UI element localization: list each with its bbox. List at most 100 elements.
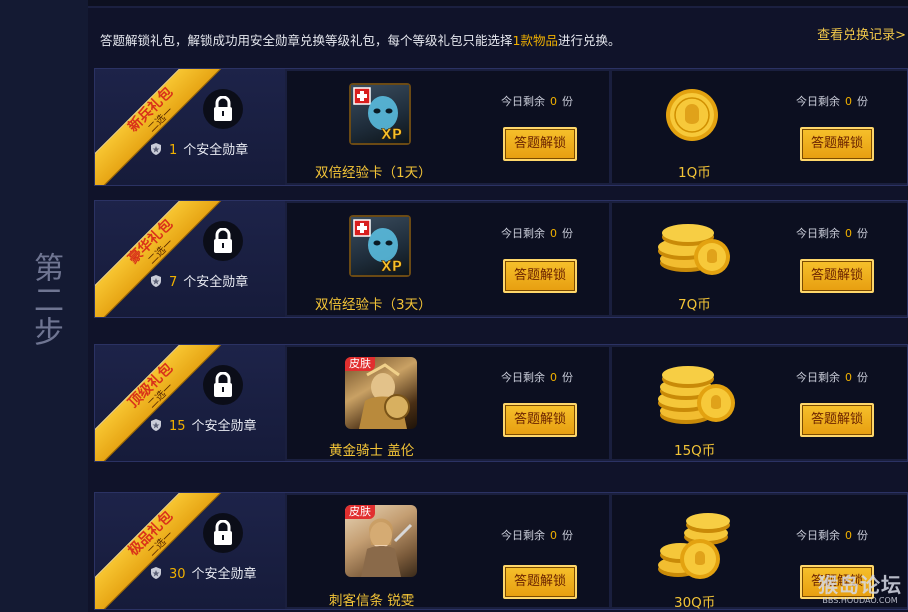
main-panel: 答题解锁礼包，解锁成功用安全勋章兑换等级礼包，每个等级礼包只能选择1款物品进行兑… (88, 6, 908, 612)
reward-option-right: 7Q币 今日剩余 0 份 答题解锁 (612, 203, 907, 315)
medal-requirement: 1 个安全勋章 (149, 139, 248, 158)
instruction-text: 答题解锁礼包，解锁成功用安全勋章兑换等级礼包，每个等级礼包只能选择1款物品进行兑… (100, 30, 620, 49)
remain-number: 0 (550, 371, 557, 384)
remain-number: 0 (845, 529, 852, 542)
remain-suffix: 份 (562, 371, 573, 384)
qcoin-stack-icon (658, 366, 735, 424)
item-name: 30Q币 (674, 595, 716, 611)
gift-pack-ultimate: 极品礼包 二选一 30 个安全勋章 皮肤 刺客信条 锐雯 今日剩余 0 份 答题… (94, 492, 908, 611)
pack-info: 新兵礼包 二选一 1 个安全勋章 (95, 69, 285, 185)
unlock-button[interactable]: 答题解锁 (800, 403, 874, 437)
remain-prefix: 今日剩余 (501, 529, 545, 542)
remain-prefix: 今日剩余 (501, 95, 545, 108)
medal-suffix: 个安全勋章 (191, 419, 257, 434)
gift-pack-deluxe: 豪华礼包 二选一 7 个安全勋章 XP 双倍经验卡（3天） 今日剩余 0 份 答… (94, 200, 908, 318)
unlock-button[interactable]: 答题解锁 (800, 259, 874, 293)
reward-option-right: 15Q币 今日剩余 0 份 答题解锁 (612, 347, 907, 459)
lock-icon (203, 513, 243, 553)
watermark-url: BBS.HOUDAO.COM (822, 596, 898, 605)
remaining-count: 今日剩余 0 份 (796, 369, 868, 385)
item-name: 黄金骑士 盖伦 (329, 443, 415, 459)
remain-prefix: 今日剩余 (501, 227, 545, 240)
remaining-count: 今日剩余 0 份 (501, 225, 573, 241)
remain-prefix: 今日剩余 (796, 529, 840, 542)
instruction-after: 进行兑换。 (557, 33, 621, 48)
remain-suffix: 份 (857, 95, 868, 108)
svg-text:XP: XP (381, 127, 402, 143)
unlock-button[interactable]: 答题解锁 (503, 565, 577, 599)
medal-count: 7 (169, 275, 178, 290)
remain-prefix: 今日剩余 (796, 371, 840, 384)
instruction-highlight: 1款物品 (512, 33, 558, 48)
item-name: 双倍经验卡（3天） (315, 297, 432, 313)
reward-option-left: XP 双倍经验卡（3天） 今日剩余 0 份 答题解锁 (287, 203, 609, 315)
item-name: 7Q币 (678, 297, 711, 313)
shield-medal-icon (151, 567, 161, 579)
remaining-count: 今日剩余 0 份 (796, 93, 868, 109)
pack-info: 极品礼包 二选一 30 个安全勋章 (95, 493, 285, 609)
medal-count: 30 (169, 567, 186, 582)
gift-pack-recruit: 新兵礼包 二选一 1 个安全勋章 XP 双倍经验卡（1天） 今日剩余 0 份 答… (94, 68, 908, 186)
gift-pack-premium: 顶级礼包 二选一 15 个安全勋章 皮肤 黄金骑士 盖伦 今日剩余 0 份 答题… (94, 344, 908, 462)
skin-image: 皮肤 (345, 357, 419, 431)
skin-tag: 皮肤 (345, 357, 375, 371)
left-rail: 第二步 (0, 0, 88, 612)
item-name: 双倍经验卡（1天） (315, 165, 432, 181)
remain-number: 0 (550, 95, 557, 108)
forum-watermark: 猴岛论坛 BBS.HOUDAO.COM (818, 574, 902, 606)
remain-number: 0 (845, 95, 852, 108)
shield-medal-icon (151, 275, 161, 287)
xp-card-image: XP (349, 215, 411, 277)
instruction-before: 答题解锁礼包，解锁成功用安全勋章兑换等级礼包，每个等级礼包只能选择 (100, 33, 513, 48)
step-label: 第二步 (28, 252, 63, 348)
remain-suffix: 份 (562, 95, 573, 108)
medal-count: 1 (169, 143, 178, 158)
reward-option-right: 1Q币 今日剩余 0 份 答题解锁 (612, 71, 907, 183)
remain-suffix: 份 (857, 529, 868, 542)
skin-image: 皮肤 (345, 505, 419, 579)
item-name: 1Q币 (678, 165, 711, 181)
remain-prefix: 今日剩余 (796, 227, 840, 240)
unlock-button[interactable]: 答题解锁 (503, 127, 577, 161)
medal-requirement: 30 个安全勋章 (149, 563, 257, 582)
remaining-count: 今日剩余 0 份 (501, 369, 573, 385)
unlock-button[interactable]: 答题解锁 (800, 127, 874, 161)
remain-prefix: 今日剩余 (796, 95, 840, 108)
remain-suffix: 份 (562, 227, 573, 240)
unlock-button[interactable]: 答题解锁 (503, 403, 577, 437)
reward-option-left: 皮肤 刺客信条 锐雯 今日剩余 0 份 答题解锁 (287, 495, 609, 609)
unlock-button[interactable]: 答题解锁 (503, 259, 577, 293)
shield-medal-icon (151, 143, 161, 155)
medal-suffix: 个安全勋章 (183, 143, 249, 158)
item-name: 刺客信条 锐雯 (329, 593, 415, 609)
medal-requirement: 7 个安全勋章 (149, 271, 248, 290)
lock-icon (203, 365, 243, 405)
medal-requirement: 15 个安全勋章 (149, 415, 257, 434)
view-history-link[interactable]: 查看兑换记录> (817, 24, 906, 43)
qcoin-stack-icon (658, 224, 730, 275)
remain-suffix: 份 (562, 529, 573, 542)
medal-count: 15 (169, 419, 186, 434)
qcoin-icon (666, 89, 718, 141)
svg-text:XP: XP (381, 259, 402, 275)
skin-tag: 皮肤 (345, 505, 375, 519)
watermark-title: 猴岛论坛 (818, 573, 902, 597)
remain-number: 0 (550, 227, 557, 240)
remain-number: 0 (550, 529, 557, 542)
remain-prefix: 今日剩余 (501, 371, 545, 384)
remain-number: 0 (845, 227, 852, 240)
reward-option-left: XP 双倍经验卡（1天） 今日剩余 0 份 答题解锁 (287, 71, 609, 183)
pack-info: 顶级礼包 二选一 15 个安全勋章 (95, 345, 285, 461)
xp-card-image: XP (349, 83, 411, 145)
remaining-count: 今日剩余 0 份 (501, 93, 573, 109)
reward-option-left: 皮肤 黄金骑士 盖伦 今日剩余 0 份 答题解锁 (287, 347, 609, 459)
remaining-count: 今日剩余 0 份 (501, 527, 573, 543)
lock-icon (203, 89, 243, 129)
remain-suffix: 份 (857, 371, 868, 384)
remain-number: 0 (845, 371, 852, 384)
item-name: 15Q币 (674, 443, 716, 459)
remain-suffix: 份 (857, 227, 868, 240)
medal-suffix: 个安全勋章 (191, 567, 257, 582)
lock-icon (203, 221, 243, 261)
remaining-count: 今日剩余 0 份 (796, 225, 868, 241)
